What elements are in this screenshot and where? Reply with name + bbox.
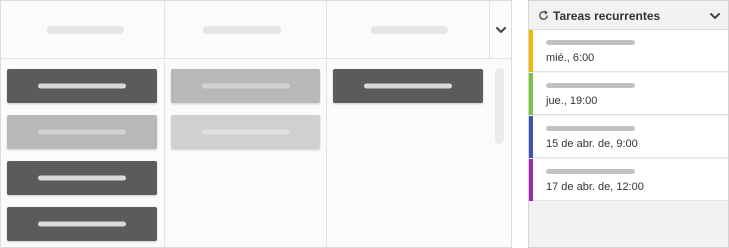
task-title-placeholder [546, 83, 635, 88]
chevron-down-icon [495, 27, 506, 33]
card-title-placeholder [364, 83, 452, 89]
card-title-placeholder [38, 175, 126, 181]
task-card[interactable] [171, 69, 320, 103]
card-title-placeholder [38, 129, 126, 135]
task-color-stripe [529, 73, 533, 115]
task-color-stripe [529, 30, 533, 72]
column-3 [327, 60, 490, 248]
board-scrollbar[interactable] [495, 68, 504, 144]
recurring-tasks-panel: Tareas recurrentes mié., 6:00 jue., 19:0… [528, 0, 729, 248]
task-schedule: 15 de abr. de, 9:00 [546, 138, 638, 150]
recurring-task-item[interactable]: 15 de abr. de, 9:00 [529, 116, 728, 158]
task-color-stripe [529, 116, 533, 158]
task-card[interactable] [171, 115, 320, 149]
card-title-placeholder [38, 221, 126, 227]
chevron-down-icon[interactable] [709, 10, 721, 22]
card-title-placeholder [201, 129, 290, 135]
task-schedule: mié., 6:00 [546, 52, 595, 64]
column-title-placeholder [203, 26, 281, 34]
refresh-icon [539, 10, 548, 20]
task-title-placeholder [546, 169, 635, 174]
collapse-board-button[interactable] [490, 1, 511, 59]
column-header-2[interactable] [165, 1, 327, 59]
kanban-board [0, 0, 512, 248]
column-header-3[interactable] [327, 1, 490, 59]
task-card[interactable] [7, 115, 157, 149]
board-header [1, 1, 511, 59]
column-title-placeholder [371, 26, 448, 34]
task-card[interactable] [333, 69, 483, 103]
task-title-placeholder [546, 40, 635, 45]
column-title-placeholder [47, 26, 124, 34]
task-color-stripe [529, 159, 533, 201]
column-2 [165, 60, 327, 248]
recurring-task-item[interactable]: jue., 19:00 [529, 73, 728, 115]
recurring-task-item[interactable]: 17 de abr. de, 12:00 [529, 159, 728, 201]
panel-title: Tareas recurrentes [553, 9, 661, 23]
card-title-placeholder [38, 83, 126, 89]
task-title-placeholder [546, 126, 635, 131]
card-title-placeholder [201, 83, 290, 89]
task-schedule: 17 de abr. de, 12:00 [546, 181, 644, 193]
task-card[interactable] [7, 161, 157, 195]
panel-header[interactable]: Tareas recurrentes [529, 1, 728, 30]
task-schedule: jue., 19:00 [546, 95, 598, 107]
task-card[interactable] [7, 207, 157, 241]
column-1 [1, 60, 165, 248]
column-header-1[interactable] [1, 1, 165, 59]
recurring-task-item[interactable]: mié., 6:00 [529, 30, 728, 72]
task-card[interactable] [7, 69, 157, 103]
